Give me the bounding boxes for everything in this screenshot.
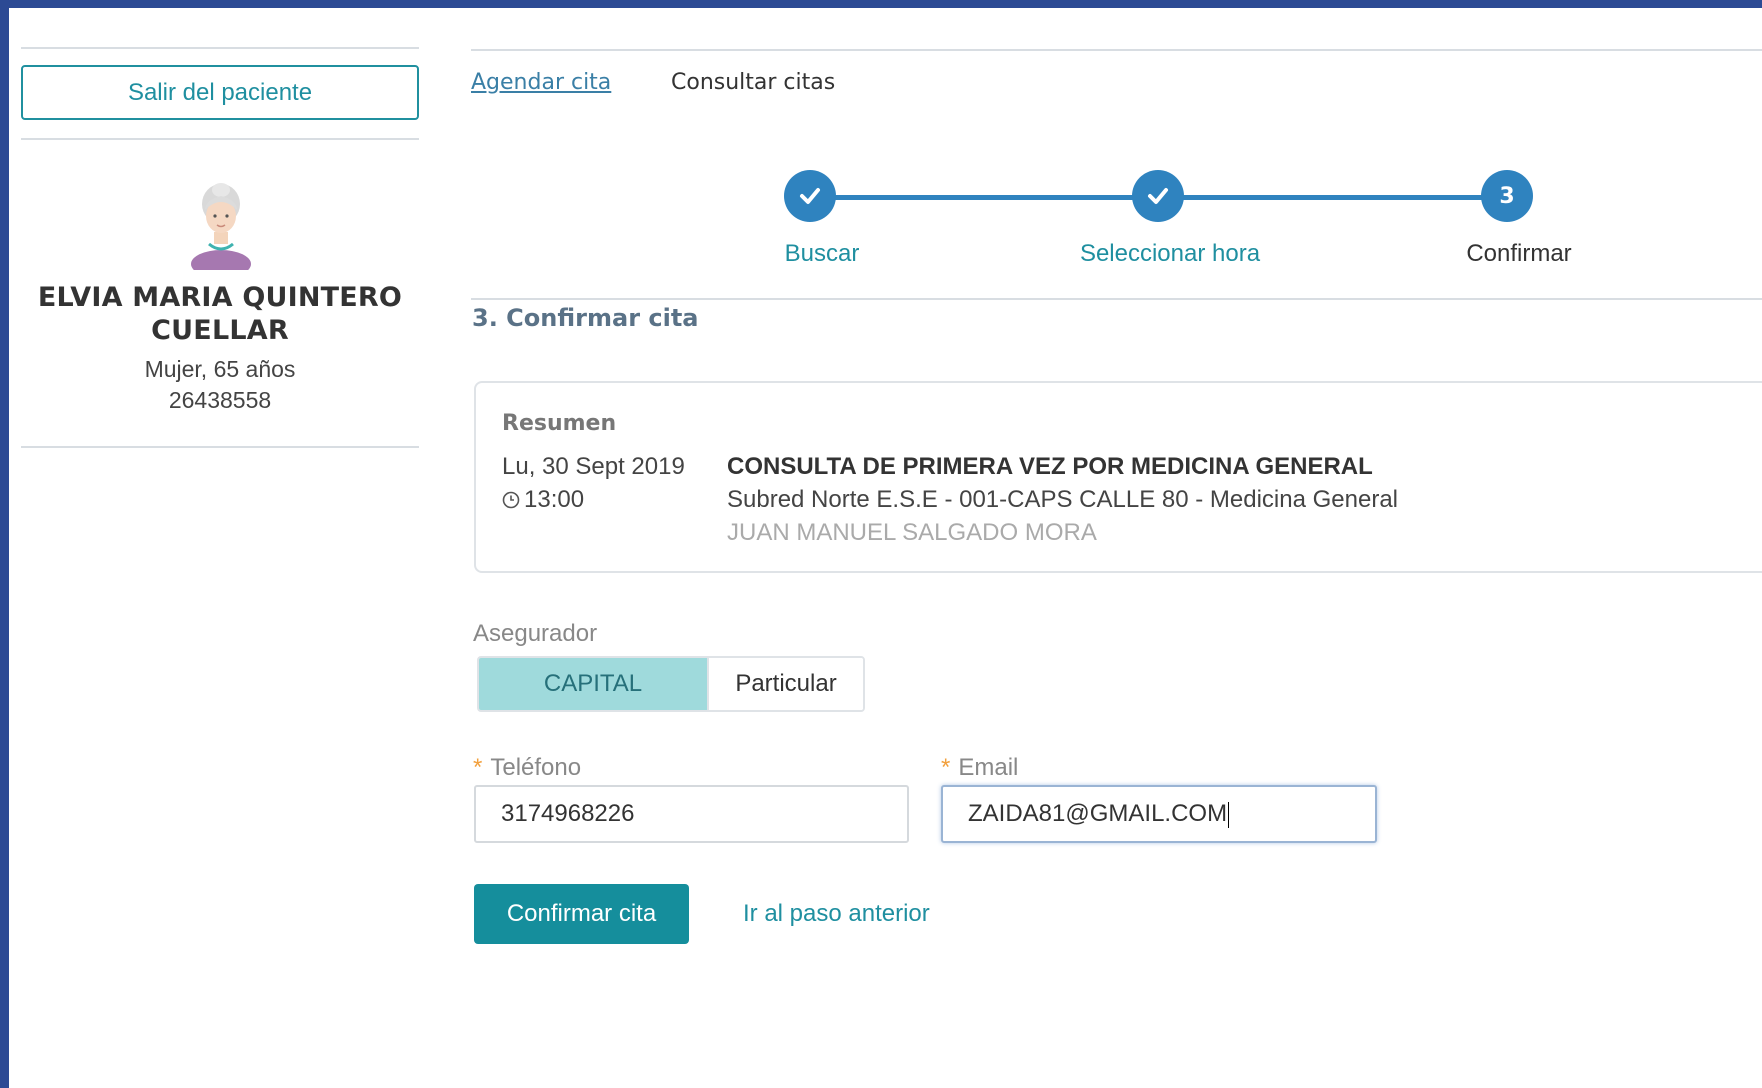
progress-stepper: 3 xyxy=(780,168,1533,228)
summary-date: Lu, 30 Sept 2019 xyxy=(502,453,685,480)
step-label-confirmar: Confirmar xyxy=(1466,240,1572,267)
insurer-selector: CAPITAL SALUD Particular xyxy=(477,656,865,712)
insurer-option-particular[interactable]: Particular xyxy=(707,658,863,710)
patient-name-line2: CUELLAR xyxy=(151,315,289,346)
step-2-check-icon xyxy=(1132,170,1184,222)
section-title: 3. Confirmar cita xyxy=(472,304,699,332)
step-label-buscar: Buscar xyxy=(784,240,860,267)
confirm-appointment-button[interactable]: Confirmar cita xyxy=(474,884,689,944)
tab-agendar-cita[interactable]: Agendar cita xyxy=(471,70,611,95)
summary-service: CONSULTA DE PRIMERA VEZ POR MEDICINA GEN… xyxy=(727,453,1373,480)
phone-label: Teléfono xyxy=(490,754,582,781)
email-input[interactable]: ZAIDA81@GMAIL.COM xyxy=(941,785,1377,843)
patient-id: 26438558 xyxy=(168,387,272,413)
email-label: Email xyxy=(958,754,1019,781)
patient-gender-age: Mujer, 65 años xyxy=(144,356,296,382)
insurer-option-capital-salud[interactable]: CAPITAL SALUD xyxy=(479,658,707,710)
patient-name: ELVIA MARIA QUINTERO xyxy=(37,282,403,313)
summary-doctor: JUAN MANUEL SALGADO MORA xyxy=(727,519,1097,546)
summary-time-row: 13:00 xyxy=(502,486,584,514)
required-asterisk: * xyxy=(941,754,951,781)
tab-consultar-citas[interactable]: Consultar citas xyxy=(671,70,835,95)
previous-step-link[interactable]: Ir al paso anterior xyxy=(743,900,930,928)
summary-heading: Resumen xyxy=(502,411,617,436)
step-1-check-icon xyxy=(784,170,836,222)
step-3-marker: 3 xyxy=(1481,170,1533,222)
sidebar-divider-top xyxy=(21,47,419,49)
summary-location: Subred Norte E.S.E - 001-CAPS CALLE 80 -… xyxy=(727,486,1398,513)
summary-time: 13:00 xyxy=(524,486,585,513)
main-divider-top xyxy=(471,49,1762,51)
email-label-row: * Email xyxy=(941,754,1018,782)
step-label-seleccionar-hora: Seleccionar hora xyxy=(1079,240,1261,267)
patient-avatar-icon xyxy=(191,183,251,270)
sidebar-divider-bottom xyxy=(21,446,419,448)
insurer-label: Asegurador xyxy=(473,620,598,647)
phone-label-row: * Teléfono xyxy=(473,754,581,782)
clock-icon xyxy=(502,491,520,509)
phone-input[interactable]: 3174968226 xyxy=(474,785,909,843)
text-caret xyxy=(1228,801,1230,828)
exit-patient-button[interactable]: Salir del paciente xyxy=(21,65,419,120)
required-asterisk: * xyxy=(473,754,483,781)
section-divider xyxy=(471,298,1762,300)
sidebar-divider xyxy=(21,138,419,140)
summary-card: Resumen Lu, 30 Sept 2019 13:00 CONSULTA … xyxy=(474,381,1762,573)
email-value: ZAIDA81@GMAIL.COM xyxy=(968,800,1228,827)
